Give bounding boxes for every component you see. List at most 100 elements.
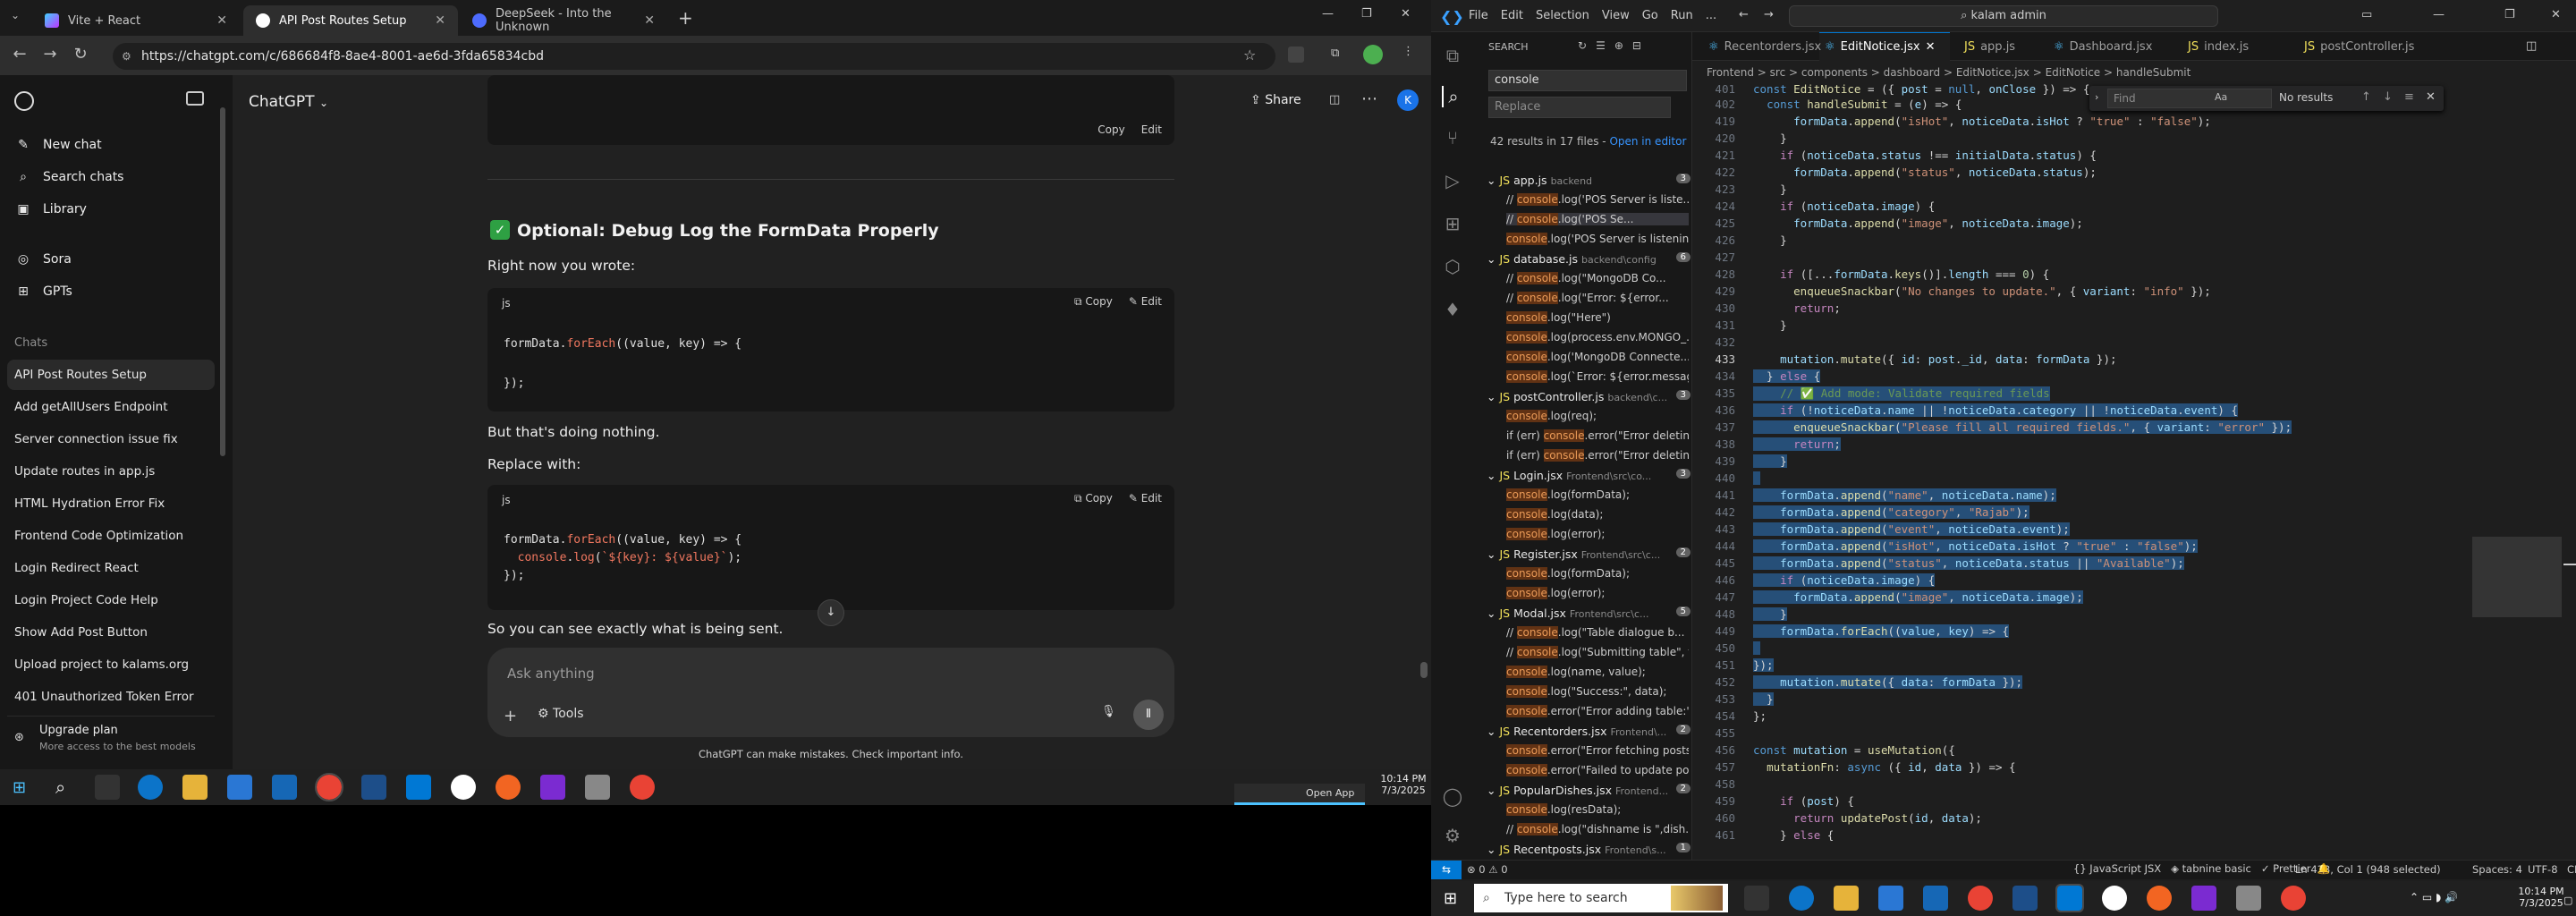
model-selector[interactable]: ChatGPT ⌄ — [249, 93, 328, 111]
search-result-file[interactable]: ⌄ JS app.js backend 3 — [1487, 174, 1690, 187]
search-result-match[interactable]: // console.log("MongoDB Co... — [1506, 272, 1689, 284]
temporary-chat-icon[interactable]: ◫ — [1329, 93, 1340, 106]
editor-tab[interactable]: JS app.js — [1964, 36, 2015, 57]
search-result-match[interactable]: if (err) console.error("Error deletin... — [1506, 449, 1689, 462]
edge-icon[interactable] — [1789, 886, 1814, 911]
maximize-button[interactable]: ❐ — [1361, 7, 1372, 21]
search-result-match[interactable]: console.log('MongoDB Connecte... — [1506, 351, 1689, 363]
gpts-button[interactable]: ⊞ GPTs — [14, 284, 72, 299]
code-line[interactable]: } — [1753, 692, 1774, 706]
editor-tab[interactable]: ⚛ Recentorders.jsx — [1708, 36, 1821, 57]
collapse-all-icon[interactable]: ⊟ — [1632, 39, 1641, 52]
code-line[interactable]: } — [1753, 607, 1787, 621]
code-line[interactable] — [1753, 641, 1760, 655]
new-tab-button[interactable]: + — [678, 7, 693, 29]
search-result-match[interactable]: console.log(name, value); — [1506, 666, 1689, 678]
file-explorer-icon[interactable] — [182, 775, 208, 800]
menu-go[interactable]: Go — [1642, 9, 1658, 22]
minimap-slider[interactable] — [2472, 537, 2562, 617]
windows-start-icon[interactable]: ⊞ — [1444, 889, 1457, 908]
chrome-icon[interactable] — [1968, 886, 1993, 911]
code-line[interactable]: return; — [1753, 437, 1841, 451]
menu-file[interactable]: File — [1469, 9, 1488, 22]
search-result-match[interactable]: console.error("Failed to update po... — [1506, 764, 1689, 776]
open-app-notification[interactable]: Open App — [1234, 784, 1365, 805]
encoding[interactable]: UTF-8 — [2528, 863, 2558, 876]
close-icon[interactable]: ✕ — [644, 13, 655, 28]
close-icon[interactable]: ✕ — [216, 13, 227, 28]
search-result-match[interactable]: console.log("Success:", data); — [1506, 685, 1689, 698]
back-icon[interactable]: ← — [7, 45, 32, 66]
extension-icon[interactable] — [1288, 47, 1304, 63]
app-icon[interactable] — [361, 775, 386, 800]
taskbar-search-box[interactable]: ⌕ Type here to search — [1474, 884, 1728, 912]
editor-tab[interactable]: JS index.js — [2188, 36, 2249, 57]
code-line[interactable]: }; — [1753, 709, 1767, 723]
code-line[interactable]: formData.append("category", "Rajab"); — [1753, 505, 2029, 519]
store-icon[interactable] — [227, 775, 252, 800]
menu-selection[interactable]: Selection — [1536, 9, 1589, 22]
copy-button[interactable]: Copy — [1097, 123, 1124, 136]
prettier-status[interactable]: Prettier — [2273, 862, 2310, 875]
code-line[interactable]: return updatePost(id, data); — [1753, 811, 1982, 825]
code-line[interactable]: formData.append("image", noticeData.imag… — [1753, 590, 2083, 604]
search-result-match[interactable]: console.log(req); — [1506, 410, 1689, 422]
code-line[interactable] — [1753, 726, 1760, 740]
next-match-icon[interactable]: ↓ — [2383, 90, 2393, 104]
more-options-icon[interactable]: ⋯ — [1361, 89, 1377, 108]
new-search-editor-icon[interactable]: ⊕ — [1614, 39, 1623, 52]
browser-tab-vite[interactable]: Vite + React ✕ — [32, 5, 240, 36]
code-line[interactable]: if (!noticeData.name || !noticeData.cate… — [1753, 403, 2238, 417]
browser-menu-icon[interactable]: ⋮ — [1402, 45, 1414, 58]
edit-button[interactable]: ✎ Edit — [1129, 492, 1162, 505]
sora-button[interactable]: ◎ Sora — [14, 252, 72, 267]
clear-results-icon[interactable]: ☰ — [1596, 39, 1606, 52]
sidebar-toggle-icon[interactable] — [186, 91, 204, 106]
chat-item[interactable]: API Post Routes Setup — [14, 368, 147, 382]
code-line[interactable]: }); — [1753, 658, 1774, 672]
code-line[interactable]: return; — [1753, 301, 1841, 315]
openai-logo-icon[interactable] — [14, 91, 34, 111]
search-icon[interactable]: ⌕ — [1442, 86, 1463, 107]
code-line[interactable]: mutation.mutate({ id: post._id, data: fo… — [1753, 352, 2116, 366]
vscode-icon[interactable] — [406, 775, 431, 800]
code-line[interactable] — [1753, 777, 1760, 791]
code-line[interactable]: if (noticeData.status !== initialData.st… — [1753, 148, 2097, 162]
tabnine-status[interactable]: tabnine basic — [2182, 862, 2251, 875]
attach-plus-icon[interactable]: + — [504, 707, 517, 725]
code-line[interactable]: mutationFn: async ({ id, data }) => { — [1753, 760, 2016, 774]
code-line[interactable]: if (post) { — [1753, 794, 1854, 808]
voice-mode-icon[interactable]: ⦀ — [1133, 700, 1164, 730]
back-icon[interactable]: ← — [1739, 8, 1749, 21]
chat-item[interactable]: Add getAllUsers Endpoint — [14, 400, 168, 414]
search-result-file[interactable]: ⌄ JS database.js backend\config 6 — [1487, 252, 1690, 266]
new-chat-button[interactable]: ✎ New chat — [14, 138, 102, 152]
search-result-match[interactable]: // console.log("Table dialogue b... — [1506, 626, 1689, 639]
share-button[interactable]: ⇪ Share — [1250, 93, 1301, 107]
url-bar[interactable]: https://chatgpt.com/c/686684f8-8ae4-8001… — [113, 43, 1275, 70]
settings-gear-icon[interactable]: ⚙ — [1442, 825, 1463, 846]
chat-item[interactable]: Update routes in app.js — [14, 464, 155, 479]
windows-start-icon[interactable]: ⊞ — [13, 778, 26, 797]
chrome-icon[interactable] — [630, 775, 655, 800]
code-line[interactable]: formData.append("isHot", noticeData.isHo… — [1753, 539, 2198, 553]
editor-tab[interactable]: JS postController.js — [2304, 36, 2414, 57]
language-mode[interactable]: JavaScript JSX — [2089, 862, 2161, 875]
search-result-match[interactable]: console.log(data); — [1506, 508, 1689, 521]
code-line[interactable] — [1753, 471, 1760, 485]
chrome-icon[interactable] — [2281, 886, 2306, 911]
menu-edit[interactable]: Edit — [1501, 9, 1523, 22]
code-line[interactable]: formData.append("event", noticeData.even… — [1753, 522, 2070, 536]
code-line[interactable]: } — [1753, 131, 1787, 145]
search-result-match[interactable]: // console.log('POS Server is liste... — [1506, 193, 1689, 206]
search-result-match[interactable]: console.log('POS Server is listenin... — [1506, 233, 1689, 245]
mongodb-icon[interactable]: ♦ — [1442, 299, 1463, 320]
remote-indicator-icon[interactable]: ⇆ — [1431, 861, 1462, 879]
code-line[interactable]: } else { — [1753, 369, 1821, 383]
run-debug-icon[interactable]: ▷ — [1442, 170, 1463, 191]
match-case-icon[interactable]: Aa — [2215, 91, 2227, 103]
chat-item[interactable]: Upload project to kalams.org — [14, 657, 189, 672]
search-result-match[interactable]: console.error("Error adding table:"... — [1506, 705, 1689, 717]
search-result-match[interactable]: // console.log("Error: ${error... — [1506, 292, 1689, 304]
search-query-input[interactable]: console — [1488, 70, 1687, 91]
